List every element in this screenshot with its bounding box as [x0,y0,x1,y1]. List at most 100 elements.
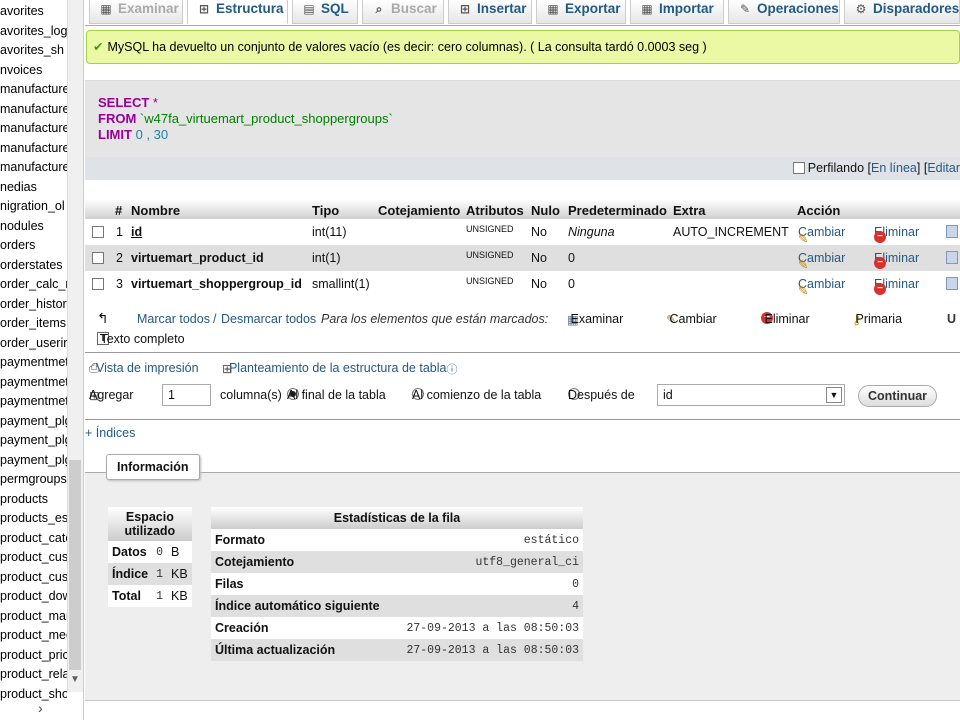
stats-value: 27-09-2013 a las 08:50:03 [392,639,583,661]
sidebar-table-item[interactable]: order_userin [0,334,67,354]
chevron-right-icon[interactable]: › [38,700,43,716]
bulk-primary-button[interactable]: ⚷ Primaria [852,312,902,327]
sidebar-table-item[interactable]: products [0,490,67,510]
help-icon[interactable]: ⓘ [446,361,457,377]
chevron-down-icon[interactable]: ▼ [826,387,842,403]
scroll-down-icon[interactable]: ▼ [70,674,80,685]
sidebar-table-item[interactable]: payment_plg [0,412,67,432]
sidebar-table-item[interactable]: order_histori [0,295,67,315]
sidebar-table-item[interactable]: nigration_ol [0,197,67,217]
tab-sql[interactable]: ▤ SQL [292,0,358,24]
sidebar-table-item[interactable]: avorites_log [0,22,67,42]
change-button[interactable]: ✎ Cambiar [798,251,845,272]
after-field-select[interactable]: id ▼ [657,384,845,406]
search-icon: ⌕ [375,2,383,16]
column-count-input[interactable]: 1 [162,384,211,406]
sidebar-table-item[interactable]: product_pric [0,646,67,666]
columns-label: columna(s) [220,388,282,402]
unique-icon[interactable]: U [947,312,956,326]
sidebar-table-item[interactable]: nedias [0,178,67,198]
wrench-icon: ✎ [739,2,751,16]
delete-button[interactable]: − Eliminar [874,251,919,269]
delete-button[interactable]: − Eliminar [874,225,919,243]
sidebar-table-item[interactable]: payment_plg [0,431,67,451]
tab-import[interactable]: ▦ Importar [630,0,724,24]
sidebar-table-item[interactable]: products_es_ [0,509,67,529]
sidebar-table-item[interactable]: orderstates [0,256,67,276]
sidebar-table-item[interactable]: product_cate [0,529,67,549]
indices-link[interactable]: + Índices [85,426,135,440]
tab-triggers[interactable]: ⚙ Disparadores [844,0,960,24]
sidebar-table-item[interactable]: manufacture [0,139,67,159]
header-extra[interactable]: Extra [673,203,706,218]
check-all-link[interactable]: Marcar todos [137,312,210,326]
sidebar-table-item[interactable]: permgroups [0,470,67,490]
arrow-up-left-icon: ↰ [97,310,109,326]
uncheck-all-link[interactable]: Desmarcar todos [221,312,316,326]
column-name[interactable]: virtuemart_product_id [131,251,264,265]
sidebar-table-item[interactable]: manufacture [0,158,67,178]
sql-code[interactable]: SELECT * FROM `w47fa_virtuemart_product_… [98,95,960,149]
row-checkbox[interactable] [92,252,104,264]
tab-export[interactable]: ▦ Exportar [536,0,626,24]
propose-structure-button[interactable]: ⊞ Planteamiento de la estructura de tabl… [222,361,457,376]
sidebar-table-item[interactable]: manufacture [0,80,67,100]
sidebar-table-item[interactable]: order_calc_r [0,275,67,295]
continue-button[interactable]: Continuar [858,385,938,407]
more-actions-icon[interactable] [946,251,958,264]
column-name[interactable]: id [131,225,142,239]
sidebar-table-item[interactable]: product_mec [0,626,67,646]
bulk-primary-label: Primaria [855,312,903,326]
sidebar-table-item[interactable]: payment_plg [0,451,67,471]
profiling-checkbox[interactable] [792,162,805,174]
inline-edit-link[interactable]: En línea [871,161,917,175]
delete-button[interactable]: − Eliminar [874,277,919,295]
tab-browse[interactable]: ▦ Examinar [89,0,183,24]
sidebar-table-item[interactable]: orders [0,236,67,256]
stats-label: Última actualización [211,639,393,661]
sidebar-table-item[interactable]: product_mar [0,607,67,627]
bulk-fulltext-button[interactable]: T Texto completo [97,332,185,346]
header-null[interactable]: Nulo [531,203,560,218]
sidebar-table-item[interactable]: paymentmetl [0,392,67,412]
tab-operations[interactable]: ✎ Operaciones [728,0,840,24]
header-type[interactable]: Tipo [312,203,339,218]
sidebar-table-item[interactable]: product_dow [0,587,67,607]
sidebar-table-item[interactable]: product_rela [0,665,67,685]
print-view-link[interactable]: Vista de impresión [96,361,199,375]
sidebar-table-item[interactable]: manufacture [0,100,67,120]
sidebar-table-item[interactable]: avorites [0,2,67,22]
bulk-change-button[interactable]: ✎ Cambiar [666,312,717,327]
change-button[interactable]: ✎ Cambiar [798,225,845,246]
sidebar-table-item[interactable]: product_cust [0,568,67,588]
header-attributes[interactable]: Atributos [466,203,524,218]
bulk-delete-button[interactable]: − Eliminar [761,312,810,326]
sidebar-table-item[interactable]: product_cust [0,548,67,568]
sidebar-table-item[interactable]: paymentmetl [0,353,67,373]
sidebar-table-item[interactable]: order_items [0,314,67,334]
sidebar-table-item[interactable]: paymentmetl [0,373,67,393]
tab-search[interactable]: ⌕ Buscar [362,0,444,24]
more-actions-icon[interactable] [946,277,958,290]
tab-insert[interactable]: ⊞ Insertar [448,0,532,24]
bulk-browse-button[interactable]: ▦ Examinar [567,312,623,327]
sidebar-table-item[interactable]: nodules [0,217,67,237]
propose-structure-link[interactable]: Planteamiento de la estructura de tabla [229,361,447,375]
row-checkbox[interactable] [92,226,104,238]
sidebar-table-item[interactable]: nvoices [0,61,67,81]
sidebar-table-item[interactable]: product_sho [0,685,67,705]
row-checkbox[interactable] [92,278,104,290]
sidebar-scrollbar-thumb[interactable] [69,460,81,670]
change-button[interactable]: ✎ Cambiar [798,277,845,298]
column-type: int(11) [312,225,347,239]
sidebar-table-item[interactable]: avorites_sh [0,41,67,61]
header-name[interactable]: Nombre [131,203,180,218]
header-default[interactable]: Predeterminado [568,203,667,218]
sidebar-table-item[interactable]: manufacture [0,119,67,139]
more-actions-icon[interactable] [946,225,958,238]
print-view-button[interactable]: ⎙ Vista de impresión [89,361,199,375]
column-name[interactable]: virtuemart_shoppergroup_id [131,277,302,291]
header-collation[interactable]: Cotejamiento [378,203,460,218]
edit-link[interactable]: Editar [927,161,960,175]
tab-structure[interactable]: ⊞ Estructura [187,0,288,24]
